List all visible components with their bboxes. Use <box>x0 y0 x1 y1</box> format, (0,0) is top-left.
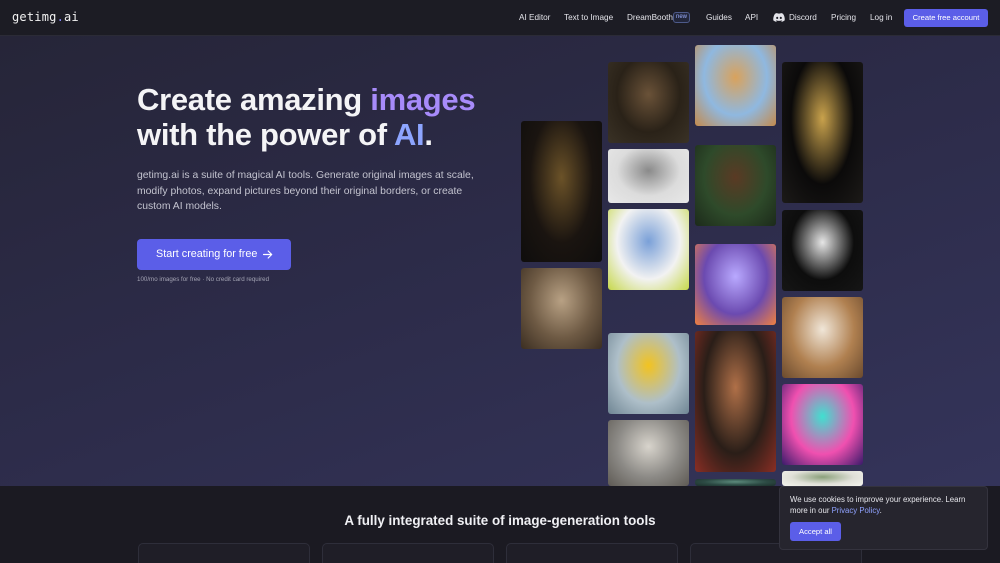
tool-card[interactable] <box>506 543 678 563</box>
arrow-right-icon <box>263 250 273 259</box>
headline-part2: with the power of <box>137 117 394 152</box>
nav-link-dreambooth[interactable]: DreamBooth <box>627 13 673 22</box>
logo[interactable]: getimg.ai <box>12 10 79 24</box>
hero-headline: Create amazing images with the power of A… <box>137 82 507 152</box>
gallery-tile-golden-mask[interactable] <box>521 121 602 262</box>
gallery-tile-white-structure[interactable] <box>608 149 689 203</box>
cookie-text-after: . <box>879 506 882 515</box>
nav-link-api[interactable]: API <box>745 13 758 22</box>
headline-accent-images: images <box>370 82 476 117</box>
nav-link-ai-editor[interactable]: AI Editor <box>519 13 550 22</box>
create-account-button[interactable]: Create free account <box>904 9 988 27</box>
gallery-tile-bearded-man[interactable] <box>608 62 689 143</box>
logo-dot: . <box>56 10 64 24</box>
nav-link-text-to-image[interactable]: Text to Image <box>564 13 613 22</box>
nav-link-discord[interactable]: Discord <box>789 13 817 22</box>
start-creating-button[interactable]: Start creating for free <box>137 239 291 270</box>
hero-description: getimg.ai is a suite of magical AI tools… <box>137 170 474 212</box>
gallery-tile-pink-hair[interactable] <box>608 209 689 290</box>
gallery-tile-crown-cat[interactable] <box>782 297 863 378</box>
tool-card[interactable] <box>322 543 494 563</box>
headline-period: . <box>424 117 433 152</box>
nav-link-pricing[interactable]: Pricing <box>831 13 856 22</box>
nav-link-guides[interactable]: Guides <box>706 13 732 22</box>
cookie-banner: We use cookies to improve your experienc… <box>779 486 988 550</box>
gallery-tile-flowers[interactable] <box>782 471 863 486</box>
gallery-tile-arched-room[interactable] <box>608 420 689 486</box>
gallery-tile-golden-flower[interactable] <box>782 62 863 203</box>
accept-all-button[interactable]: Accept all <box>790 522 841 541</box>
gallery-tile-neon-car[interactable] <box>782 384 863 465</box>
logo-suffix: ai <box>64 10 79 24</box>
gallery-tile-galaxy-cat[interactable] <box>695 244 776 325</box>
new-badge: new <box>673 12 690 23</box>
gallery-tile-red-robe[interactable] <box>695 331 776 472</box>
headline-part1: Create amazing <box>137 82 371 117</box>
top-navigation: getimg.ai AI Editor Text to Image DreamB… <box>0 0 1000 36</box>
gallery-tile-dog-sunglasses[interactable] <box>695 45 776 126</box>
discord-icon[interactable] <box>773 13 785 22</box>
tool-card[interactable] <box>138 543 310 563</box>
gallery-tile-sneaker[interactable] <box>782 210 863 291</box>
gallery-tile-pikachu[interactable] <box>608 333 689 414</box>
start-creating-label: Start creating for free <box>156 248 258 260</box>
privacy-policy-link[interactable]: Privacy Policy <box>832 506 880 515</box>
gallery-tile-teal[interactable] <box>695 479 776 486</box>
headline-accent-ai: AI <box>393 117 425 152</box>
nav-link-login[interactable]: Log in <box>870 13 892 22</box>
logo-text: getimg <box>12 10 57 24</box>
gallery-tile-smiling-man[interactable] <box>695 145 776 226</box>
cookie-text: We use cookies to improve your experienc… <box>790 494 980 516</box>
cta-note: 100/mo images for free · No credit card … <box>137 276 270 283</box>
gallery-tile-bedroom[interactable] <box>521 268 602 349</box>
